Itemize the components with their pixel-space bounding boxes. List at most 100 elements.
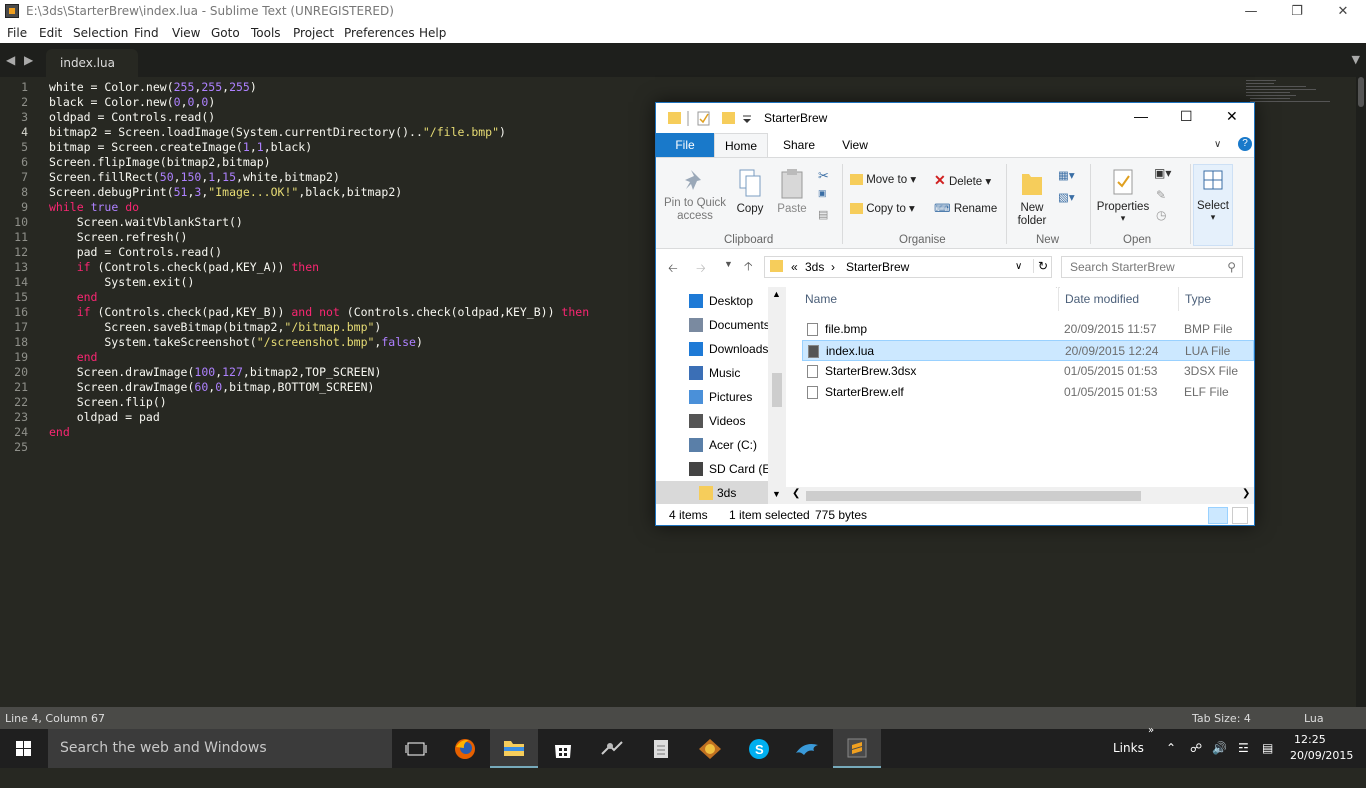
ribbon-tab-file[interactable]: File xyxy=(656,133,714,157)
tab-size[interactable]: Tab Size: 4 xyxy=(1192,712,1251,725)
app-icon-tools[interactable] xyxy=(588,729,636,768)
editor-scrollbar[interactable] xyxy=(1356,77,1366,707)
network-icon[interactable]: ☍ xyxy=(1190,729,1202,768)
store-icon[interactable] xyxy=(539,729,587,768)
paste-button[interactable]: Paste xyxy=(772,168,812,215)
volume-icon[interactable]: 🔊 xyxy=(1212,729,1227,768)
copy-button[interactable]: Copy xyxy=(732,168,768,215)
start-button[interactable] xyxy=(0,729,48,768)
code-line[interactable]: oldpad = pad xyxy=(49,410,160,425)
code-line[interactable]: Screen.debugPrint(51,3,"Image...OK!",bla… xyxy=(49,185,402,200)
menu-goto[interactable]: Goto xyxy=(211,26,240,40)
copy-path-icon[interactable]: ▣ xyxy=(818,188,827,199)
file-explorer-taskbar-icon[interactable] xyxy=(490,729,538,768)
menu-view[interactable]: View xyxy=(172,26,200,40)
code-line[interactable]: end xyxy=(49,350,98,365)
code-line[interactable]: pad = Controls.read() xyxy=(49,245,222,260)
menu-preferences[interactable]: Preferences xyxy=(344,26,415,40)
recent-locations-icon[interactable]: ▼ xyxy=(724,259,733,269)
file-row[interactable]: StarterBrew.elf 01/05/2015 01:53 ELF File xyxy=(802,382,1254,403)
firefox-icon[interactable] xyxy=(441,729,489,768)
nav-item[interactable]: Music xyxy=(656,361,768,385)
code-line[interactable]: oldpad = Controls.read() xyxy=(49,110,215,125)
cut-icon[interactable]: ✂ xyxy=(818,168,829,184)
code-line[interactable]: Screen.flipImage(bitmap2,bitmap) xyxy=(49,155,271,170)
nav-item[interactable]: Videos xyxy=(656,409,768,433)
ribbon-tab-share[interactable]: Share xyxy=(774,133,824,157)
code-line[interactable]: System.exit() xyxy=(49,275,194,290)
tab-overflow-icon[interactable]: ▼ xyxy=(1352,53,1360,66)
code-line[interactable]: end xyxy=(49,290,98,305)
action-center-icon[interactable]: ▤ xyxy=(1262,729,1273,768)
tab-right-arrow-icon[interactable]: ▶ xyxy=(24,53,33,67)
breadcrumb-overflow[interactable]: « xyxy=(791,260,798,274)
large-icons-view-icon[interactable] xyxy=(1232,507,1248,524)
code-line[interactable]: white = Color.new(255,255,255) xyxy=(49,80,257,95)
rename-button[interactable]: ⌨ Rename xyxy=(934,201,997,215)
scroll-up-icon[interactable]: ▲ xyxy=(772,289,781,299)
clock-date[interactable]: 20/09/2015 xyxy=(1290,749,1353,788)
wifi-icon[interactable]: ☲ xyxy=(1238,729,1249,768)
address-dropdown-icon[interactable]: ∨ xyxy=(1015,261,1022,272)
tab-index-lua[interactable]: index.lua xyxy=(46,49,138,77)
breadcrumb-3ds[interactable]: 3ds xyxy=(805,260,824,274)
game-app-icon[interactable] xyxy=(686,729,734,768)
column-name[interactable]: Name xyxy=(805,287,837,311)
menu-file[interactable]: File xyxy=(7,26,27,40)
details-view-icon[interactable] xyxy=(1208,507,1228,524)
refresh-icon[interactable]: ↻ xyxy=(1033,259,1048,273)
up-arrow-icon[interactable]: 🡡 xyxy=(744,257,753,278)
search-input[interactable]: Search StarterBrew ⚲ xyxy=(1061,256,1243,278)
easy-access-icon[interactable]: ▧▾ xyxy=(1058,190,1075,204)
code-line[interactable]: black = Color.new(0,0,0) xyxy=(49,95,215,110)
maximize-button[interactable]: ❐ xyxy=(1274,0,1320,23)
file-row[interactable]: StarterBrew.3dsx 01/05/2015 01:53 3DSX Fil… xyxy=(802,361,1254,382)
syntax-mode[interactable]: Lua xyxy=(1304,712,1324,725)
show-hidden-icons-icon[interactable]: ⌃ xyxy=(1166,729,1176,768)
tab-left-arrow-icon[interactable]: ◀ xyxy=(6,53,15,67)
ribbon-tab-home[interactable]: Home xyxy=(714,133,768,157)
code-line[interactable]: Screen.fillRect(50,150,1,15,white,bitmap… xyxy=(49,170,340,185)
nav-item[interactable]: Downloads xyxy=(656,337,768,361)
code-line[interactable]: bitmap = Screen.createImage(1,1,black) xyxy=(49,140,312,155)
menu-selection[interactable]: Selection xyxy=(73,26,128,40)
nav-item[interactable]: SD Card (E:) xyxy=(656,457,768,481)
menu-edit[interactable]: Edit xyxy=(39,26,62,40)
forward-arrow-icon[interactable]: 🡢 xyxy=(696,259,706,280)
nav-item[interactable]: Desktop xyxy=(656,289,768,313)
pin-to-quick-access-button[interactable]: Pin to Quick access xyxy=(662,168,728,223)
file-row[interactable]: index.lua 20/09/2015 12:24 LUA File xyxy=(802,340,1254,361)
explorer-close-button[interactable]: ✕ xyxy=(1226,108,1238,125)
breadcrumb-starterbrew[interactable]: StarterBrew xyxy=(846,260,909,274)
ribbon-tab-view[interactable]: View xyxy=(830,133,880,157)
code-line[interactable]: System.takeScreenshot("/screenshot.bmp",… xyxy=(49,335,423,350)
code-line[interactable]: Screen.flip() xyxy=(49,395,167,410)
code-line[interactable]: Screen.refresh() xyxy=(49,230,188,245)
move-to-button[interactable]: Move to ▾ xyxy=(850,172,916,186)
dolphin-emulator-icon[interactable] xyxy=(784,729,832,768)
properties-button[interactable]: Properties ▾ xyxy=(1094,168,1152,224)
address-box[interactable]: « 3ds › StarterBrew ∨ ↻ xyxy=(764,256,1052,278)
taskbar-search[interactable]: Search the web and Windows xyxy=(48,729,392,768)
code-line[interactable]: Screen.drawImage(100,127,bitmap2,TOP_SCR… xyxy=(49,365,382,380)
select-button[interactable]: Select ▾ xyxy=(1193,164,1233,246)
nav-item[interactable]: Pictures xyxy=(656,385,768,409)
nav-item[interactable]: Acer (C:) xyxy=(656,433,768,457)
new-item-icon[interactable]: ▦▾ xyxy=(1058,168,1075,182)
edit-icon[interactable]: ✎ xyxy=(1156,188,1166,202)
close-button[interactable]: ✕ xyxy=(1320,0,1366,23)
column-type[interactable]: Type xyxy=(1178,287,1211,311)
menu-project[interactable]: Project xyxy=(293,26,334,40)
back-arrow-icon[interactable]: 🡠 xyxy=(668,259,678,280)
nav-item[interactable]: Documents xyxy=(656,313,768,337)
notepad-icon[interactable] xyxy=(637,729,685,768)
nav-item[interactable]: 3ds xyxy=(656,481,768,504)
scroll-right-icon[interactable]: ❯ xyxy=(1242,488,1250,499)
task-view-icon[interactable] xyxy=(392,729,440,768)
quick-access-toolbar-icon[interactable] xyxy=(666,110,766,128)
file-row[interactable]: file.bmp 20/09/2015 11:57 BMP File xyxy=(802,319,1254,340)
menu-find[interactable]: Find xyxy=(134,26,159,40)
copy-to-button[interactable]: Copy to ▾ xyxy=(850,201,915,215)
new-folder-button[interactable]: New folder xyxy=(1012,168,1052,228)
explorer-minimize-button[interactable]: — xyxy=(1134,108,1148,124)
